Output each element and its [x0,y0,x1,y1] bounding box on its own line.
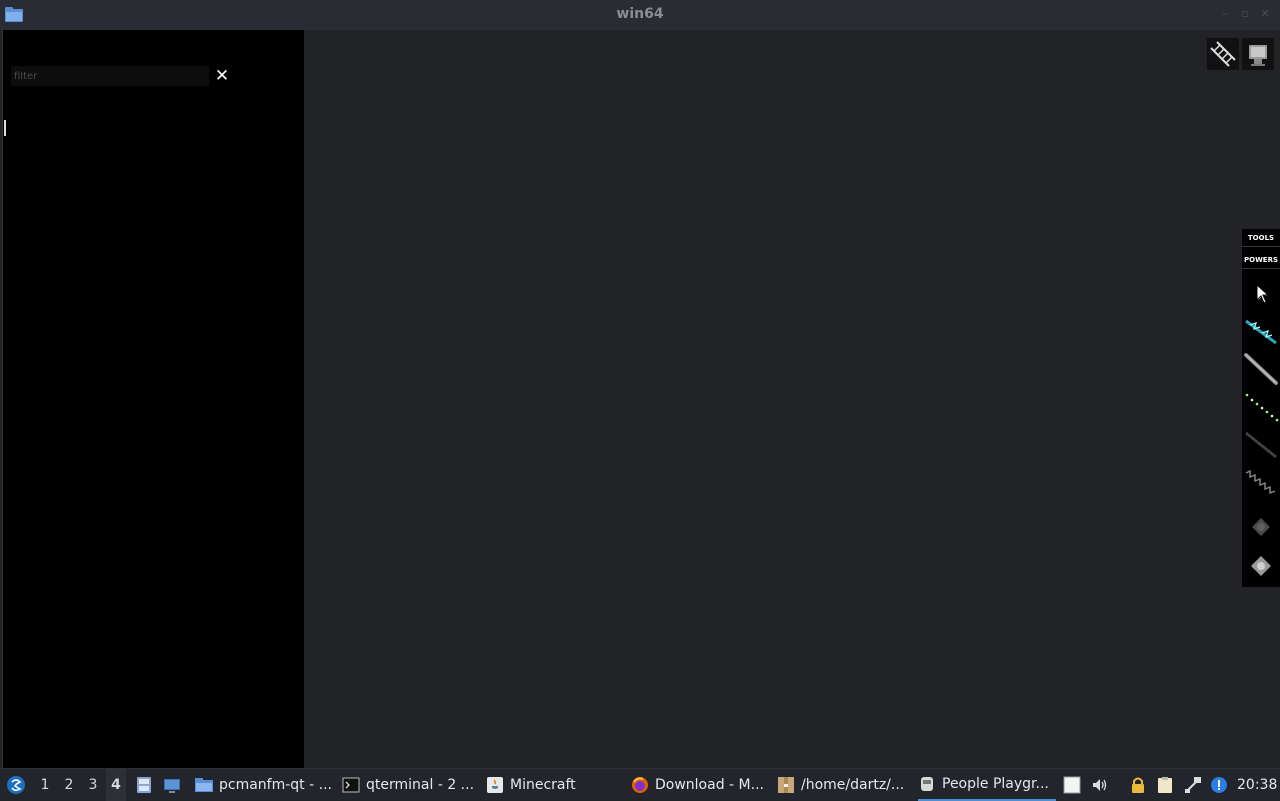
taskbar: 1 2 3 4 pcmanfm-qt - ... qterminal - 2 .… [0,768,1280,801]
rod-tool[interactable] [1242,351,1280,387]
clock[interactable]: 20:38 [1237,769,1277,801]
desktop-4[interactable]: 4 [106,769,126,801]
light-gear-icon [1251,556,1271,576]
task-minecraft[interactable]: Minecraft [486,769,622,801]
display-tool-button[interactable] [1242,38,1274,70]
maximize-button[interactable]: ▫ [1239,8,1251,20]
ladder-icon [1210,41,1236,67]
terminal-icon [342,777,360,793]
task-label: /home/dartz/... [801,777,905,793]
volume-icon[interactable] [1091,776,1109,794]
desktop-1[interactable]: 1 [35,769,55,801]
task-label: Minecraft [510,777,576,793]
update-notifier-icon[interactable] [1210,776,1228,794]
ladder-tool-button[interactable] [1207,38,1239,70]
task-pcmanfm[interactable]: pcmanfm-qt - ... [195,769,335,801]
tab-powers[interactable]: POWERS [1242,251,1280,269]
dark-gear-tool[interactable] [1242,509,1280,545]
dark-gear-icon [1252,518,1270,536]
file-cabinet-icon[interactable] [135,776,153,794]
notes-icon[interactable] [1063,776,1081,794]
spring-tool[interactable] [1242,465,1280,501]
electric-wire-tool[interactable] [1242,313,1280,349]
folder-icon [195,778,213,792]
steel-rod-icon [1244,353,1278,385]
desktop-2[interactable]: 2 [59,769,79,801]
tab-tools[interactable]: TOOLS [1242,229,1280,247]
show-desktop-icon[interactable] [163,776,181,794]
chain-tool[interactable] [1242,389,1280,425]
spawn-panel: ✕ [2,30,304,768]
task-people-playground[interactable]: People Playgr... [918,769,1056,801]
java-icon [487,777,503,793]
monitor-icon [1249,45,1267,66]
task-label: qterminal - 2 ... [366,777,475,793]
task-firefox[interactable]: Download - M... [631,769,771,801]
task-label: pcmanfm-qt - ... [219,777,332,793]
clipboard-icon[interactable] [1156,776,1174,794]
close-button[interactable]: ✕ [1259,8,1271,20]
lock-icon[interactable] [1129,776,1147,794]
cable-icon [1245,431,1277,459]
task-archive[interactable]: /home/dartz/... [777,769,913,801]
archive-icon [778,777,794,793]
window-title: win64 [616,6,664,22]
mouse-cursor-icon [1256,284,1270,304]
panel-scroll-handle[interactable] [4,120,6,136]
electric-wire-icon [1245,319,1277,345]
cable-tool[interactable] [1242,427,1280,463]
light-gear-tool[interactable] [1242,548,1280,584]
desktop-3[interactable]: 3 [83,769,103,801]
task-qterminal[interactable]: qterminal - 2 ... [342,769,478,801]
network-icon[interactable] [1184,776,1202,794]
minimize-button[interactable]: – [1219,8,1231,20]
start-menu-icon[interactable] [6,775,26,795]
spring-icon [1245,469,1276,495]
tool-sidebar: TOOLS POWERS [1242,229,1280,587]
filter-input[interactable] [11,66,209,86]
green-chain-icon [1245,393,1279,422]
window-titlebar: win64 – ▫ ✕ [0,0,1280,30]
game-icon [921,777,933,791]
task-label: Download - M... [655,777,764,793]
task-label: People Playgr... [942,776,1049,792]
clear-filter-button[interactable]: ✕ [212,66,232,86]
firefox-icon [632,777,648,793]
